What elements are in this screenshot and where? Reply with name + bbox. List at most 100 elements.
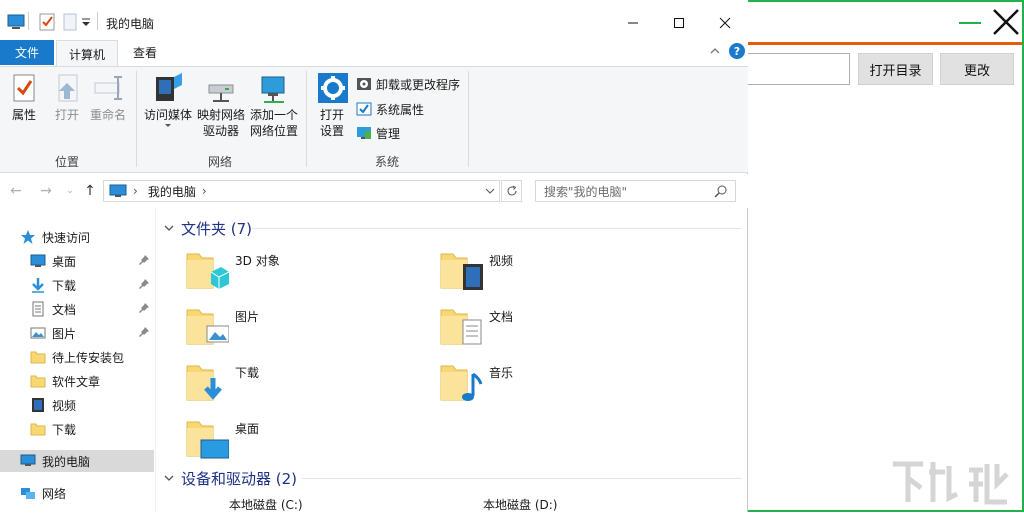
properties-button[interactable]: 属性	[6, 71, 42, 123]
map-drive-label-2: 驱动器	[202, 124, 239, 138]
close-icon[interactable]	[990, 6, 1022, 38]
properties-qa-icon[interactable]	[37, 12, 57, 32]
nav-item[interactable]: 待上传安装包	[0, 346, 154, 368]
folder-note-icon	[440, 365, 483, 401]
nav-item[interactable]: 桌面	[0, 250, 154, 272]
manage-icon	[357, 127, 371, 139]
recent-locations-icon[interactable]: ⌄	[62, 183, 78, 199]
download-icon	[32, 278, 44, 293]
group-separator	[468, 71, 469, 167]
title-bar: 我的电脑	[0, 0, 748, 42]
tab-file[interactable]: 文件	[0, 40, 54, 65]
maximize-button[interactable]	[656, 8, 702, 38]
nav-item[interactable]: 视频	[0, 394, 154, 416]
refresh-button[interactable]	[501, 180, 522, 202]
chevron-down-icon	[164, 225, 174, 231]
manage-button[interactable]: 管理	[356, 122, 400, 144]
nav-item-label: 视频	[52, 398, 77, 413]
open-button[interactable]: 打开	[50, 71, 84, 123]
picture-icon	[30, 327, 46, 339]
folder-label: 下载	[235, 366, 260, 380]
quick-access-item[interactable]: 快速访问	[20, 226, 174, 248]
up-arrow-icon[interactable]: ↑	[82, 183, 98, 199]
new-folder-qa-icon[interactable]	[60, 12, 80, 32]
change-button[interactable]: 更改	[940, 53, 1014, 85]
folder-tile-music[interactable]: 音乐	[439, 360, 679, 414]
drive-d-tile[interactable]: 本地磁盘 (D:)	[439, 496, 679, 512]
add-location-label-1: 添加一个	[249, 108, 298, 122]
access-media-button[interactable]: 访问媒体	[142, 71, 194, 129]
folder-label: 文档	[489, 310, 514, 324]
system-properties-label: 系统属性	[376, 102, 425, 117]
map-network-drive-button[interactable]: 映射网络 驱动器	[196, 71, 246, 139]
network-label: 网络	[42, 486, 67, 501]
folder-tile-downloads[interactable]: 下载	[185, 360, 425, 414]
open-settings-label-1: 打开	[319, 108, 344, 122]
folder-label: 3D 对象	[235, 254, 280, 268]
folder-tile-3d-objects[interactable]: 3D 对象	[185, 248, 425, 302]
chevron-down-icon[interactable]	[485, 187, 495, 195]
search-box[interactable]: 搜索"我的电脑"	[535, 180, 736, 202]
nav-item[interactable]: 图片	[0, 322, 154, 344]
network-item[interactable]: 网络	[0, 482, 154, 504]
tab-computer[interactable]: 计算机	[56, 40, 118, 67]
folder-tile-videos[interactable]: 视频	[439, 248, 679, 302]
nav-item-label: 下载	[52, 422, 77, 437]
open-directory-button[interactable]: 打开目录	[858, 53, 933, 85]
breadcrumb-chevron-icon: ›	[133, 184, 138, 198]
tab-view[interactable]: 查看	[118, 40, 172, 65]
gear-icon	[318, 73, 348, 103]
folder-arrow-icon	[186, 365, 222, 401]
close-button[interactable]	[702, 8, 748, 38]
pin-icon[interactable]	[138, 254, 150, 266]
folder-icon	[30, 423, 46, 436]
back-arrow-icon[interactable]: ←	[8, 183, 24, 199]
system-properties-button[interactable]: 系统属性	[356, 98, 424, 120]
customize-qa-icon[interactable]	[80, 12, 92, 32]
this-pc-label: 我的电脑	[42, 454, 91, 469]
minimize-button[interactable]	[610, 8, 656, 38]
this-pc-item[interactable]: 我的电脑	[0, 450, 154, 472]
breadcrumb-path[interactable]: 我的电脑	[148, 183, 196, 200]
address-bar[interactable]: › 我的电脑 ›	[103, 180, 500, 202]
folders-header-text: 文件夹 (7)	[181, 219, 253, 238]
group-separator	[136, 71, 137, 167]
accent-divider	[747, 42, 1022, 45]
folder-cube-icon	[186, 253, 229, 289]
network-drive-icon	[208, 84, 234, 102]
forward-arrow-icon[interactable]: →	[38, 183, 54, 199]
document-icon	[32, 301, 44, 317]
pin-icon[interactable]	[138, 326, 150, 338]
uninstall-program-button[interactable]: 卸载或更改程序	[356, 73, 460, 95]
help-button[interactable]: ?	[729, 43, 745, 59]
breadcrumb-chevron-icon: ›	[201, 184, 207, 198]
navigation-bar: ← → ⌄ ↑ › 我的电脑 › 搜索"我的电脑"	[0, 174, 748, 208]
navigation-pane: 快速访问 桌面 下载 文档 图片 待上传安装包 软件文章 视频 下载 我的电脑 网络	[0, 208, 156, 512]
folder-label: 图片	[235, 310, 260, 324]
nav-item[interactable]: 下载	[0, 418, 154, 440]
open-label: 打开	[54, 108, 79, 122]
folder-picture-icon	[186, 309, 229, 345]
folder-tile-desktop[interactable]: 桌面	[185, 416, 425, 470]
nav-item[interactable]: 文档	[0, 298, 154, 320]
pin-icon[interactable]	[138, 278, 150, 290]
watermark-logo	[893, 461, 1009, 505]
section-divider	[302, 478, 742, 479]
path-input[interactable]	[747, 53, 850, 85]
network-location-icon	[261, 76, 285, 103]
chevron-up-icon[interactable]	[708, 44, 722, 58]
devices-section-header[interactable]: 设备和驱动器 (2)	[163, 468, 297, 488]
nav-item[interactable]: 软件文章	[0, 370, 154, 392]
folder-tile-pictures[interactable]: 图片	[185, 304, 425, 358]
minimize-icon[interactable]	[957, 10, 983, 36]
folders-section-header[interactable]: 文件夹 (7)	[163, 218, 252, 238]
pin-icon[interactable]	[138, 302, 150, 314]
rename-button[interactable]: 重命名	[88, 71, 128, 123]
add-network-location-button[interactable]: 添加一个 网络位置	[248, 71, 300, 139]
drive-c-tile[interactable]: 本地磁盘 (C:)	[185, 496, 425, 512]
nav-item[interactable]: 下载	[0, 274, 154, 296]
open-settings-button[interactable]: 打开 设置	[314, 71, 350, 139]
video-icon	[32, 398, 44, 412]
folder-tile-documents[interactable]: 文档	[439, 304, 679, 358]
folder-label: 音乐	[489, 366, 514, 380]
